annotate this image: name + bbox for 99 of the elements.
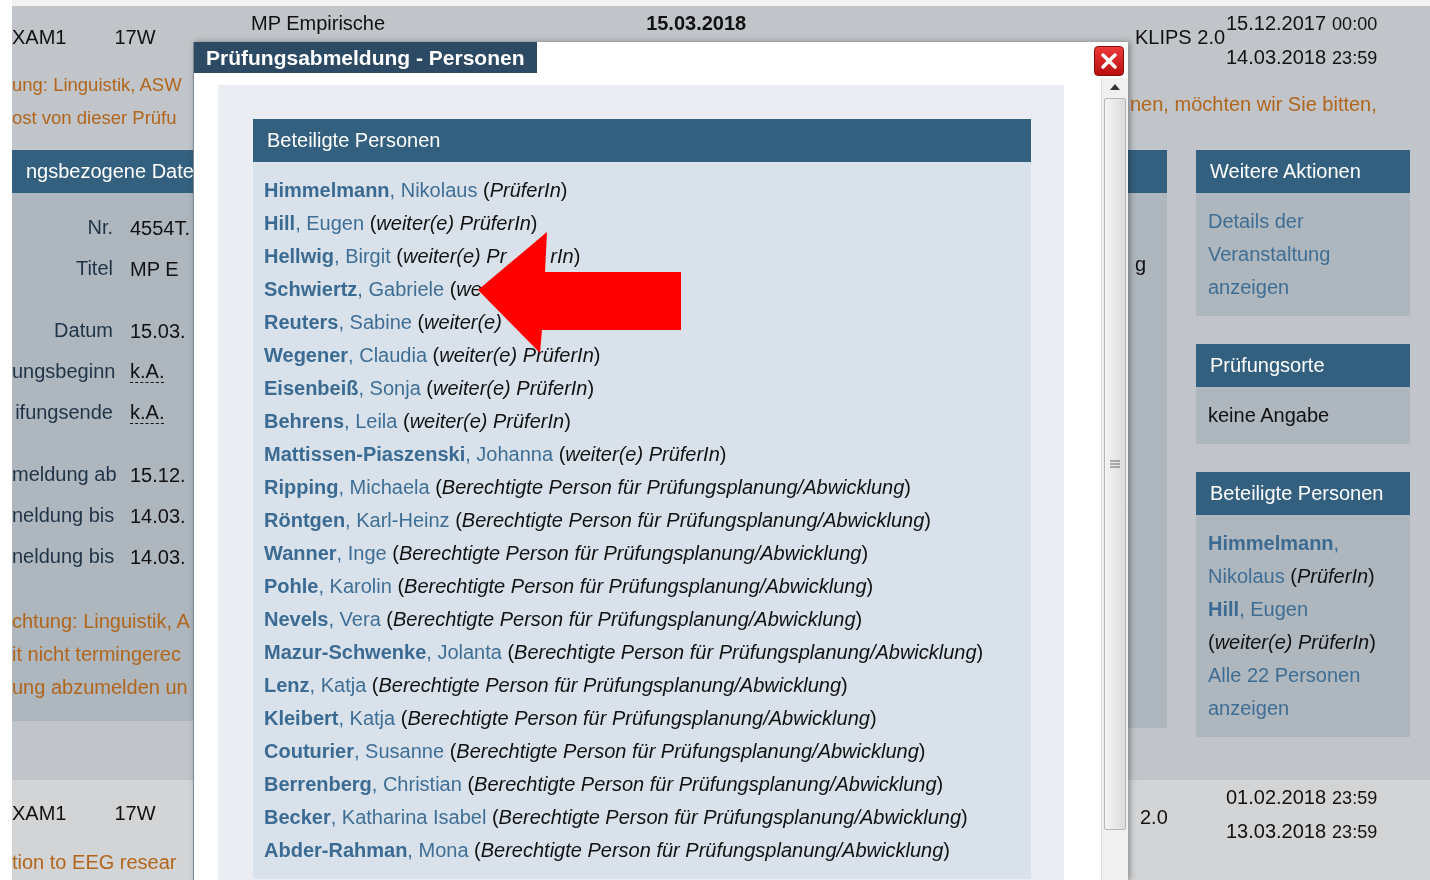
date-text: 15.12.2017 bbox=[1226, 12, 1327, 35]
close-button[interactable] bbox=[1094, 46, 1124, 76]
person-link[interactable]: Reuters, Sabine bbox=[264, 311, 412, 333]
person-link[interactable]: Mazur-Schwenke, Jolanta bbox=[264, 641, 502, 663]
table-cell: 17W bbox=[114, 25, 156, 49]
person-link[interactable]: Wanner, Inge bbox=[264, 542, 387, 564]
grip-icon bbox=[1110, 459, 1120, 469]
date-text: 14.03.2018 bbox=[1226, 46, 1327, 69]
person-link[interactable]: Becker, Katharina Isabel bbox=[264, 806, 487, 828]
person-link[interactable]: Wegener, Claudia bbox=[264, 344, 428, 366]
notice-text: tion to EEG resear bbox=[12, 850, 178, 875]
table-cell: XAM1 bbox=[12, 801, 67, 825]
person-link[interactable]: Couturier, Susanne bbox=[264, 740, 445, 762]
role-text: (Berechtigte Person für Prüfungsplanung/Abwicklung) bbox=[397, 575, 874, 597]
field-value: k.A. bbox=[130, 401, 165, 424]
field-value: 14.03. bbox=[130, 545, 186, 568]
scrollbar-thumb[interactable] bbox=[1104, 98, 1126, 830]
role-text: (Berechtigte Person für Prüfungsplanung/Abwicklung) bbox=[386, 608, 863, 630]
person-link[interactable]: Lenz, Katja bbox=[264, 674, 367, 696]
close-icon bbox=[1100, 52, 1118, 70]
person-link[interactable]: Pohle, Karolin bbox=[264, 575, 392, 597]
role-text: (Berechtigte Person für Prüfungsplanung/Abwicklung) bbox=[371, 674, 848, 696]
person-link[interactable]: Abder-Rahman, Mona bbox=[264, 839, 469, 861]
person-link[interactable]: Kleibert, Katja bbox=[264, 707, 396, 729]
role-text: (Berechtigte Person für Prüfungsplanung/Abwicklung) bbox=[455, 509, 931, 531]
panel-header: ngsbezogene Date bbox=[12, 150, 193, 193]
role-text: (Berechtigte Person für Prüfungsplanung/Abwicklung) bbox=[474, 839, 950, 861]
field-value: 15.12. bbox=[130, 463, 186, 486]
person-link[interactable]: Schwiertz, Gabriele bbox=[264, 278, 445, 300]
notice-text: ung: Linguistik, ASW bbox=[12, 73, 183, 97]
person-link[interactable]: Hill, Eugen bbox=[264, 212, 365, 234]
notice-text: ost von dieser Prüfu bbox=[12, 106, 178, 130]
field-label: ungsbeginn bbox=[12, 360, 113, 383]
role-text: (weiter(e) bbox=[417, 311, 502, 333]
date-text: 13.03.2018 bbox=[1226, 820, 1327, 843]
table-cell: 17W bbox=[114, 801, 156, 825]
role-text: (PrüferIn) bbox=[482, 179, 568, 201]
role-text: rIn) bbox=[550, 245, 581, 267]
role-text: (Berechtigte Person für Prüfungsplanung/Abwicklung) bbox=[467, 773, 944, 795]
person-link[interactable]: Eisenbeiß, Sonja bbox=[264, 377, 421, 399]
role-text: (weiter(e) PrüferIn) bbox=[402, 410, 571, 432]
notice-text: ung abzumelden un bbox=[12, 675, 189, 700]
table-cell: MP Empirische bbox=[251, 11, 386, 35]
person-link[interactable]: Behrens, Leila bbox=[264, 410, 398, 432]
all-persons-link[interactable]: Alle 22 Personen anzeigen bbox=[1208, 659, 1398, 725]
text-fragment: g bbox=[1135, 253, 1147, 275]
table-cell: XAM1 bbox=[12, 25, 67, 49]
person-link[interactable]: Mattissen-Piaszenski, Johanna bbox=[264, 443, 554, 465]
field-value: 4554T. bbox=[130, 216, 191, 239]
box-header: Beteiligte Personen bbox=[253, 119, 1031, 162]
role-text: (Berechtigte Person für Prüfungsplanung/Abwicklung) bbox=[491, 806, 968, 828]
time-text: 23:59 bbox=[1332, 48, 1378, 69]
person-link[interactable]: Himmelmann, Nikolaus bbox=[264, 179, 478, 201]
role-text: (Berechtigte Person für Prüfungsplanung/Abwicklung) bbox=[507, 641, 984, 663]
time-text: 23:59 bbox=[1332, 788, 1378, 809]
role-text: (weiter(e) PrüferIn) bbox=[432, 344, 601, 366]
table-cell-text: KLIPS 2.0 bbox=[1135, 26, 1226, 50]
location-text: keine Angabe bbox=[1208, 404, 1330, 426]
role-text: (weiter(e) PrüferIn) bbox=[558, 443, 727, 465]
person-link[interactable]: Ripping, Michaela bbox=[264, 476, 430, 498]
role-text: (weiter(e) PrüferIn) bbox=[426, 377, 595, 399]
table-cell-text: 2.0 bbox=[1140, 806, 1169, 830]
section-header: Weitere Aktionen bbox=[1196, 150, 1410, 193]
field-value: 15.03. bbox=[130, 319, 186, 342]
field-value: 14.03. bbox=[130, 504, 186, 527]
person-link[interactable]: Röntgen, Karl-Heinz bbox=[264, 509, 450, 531]
panel-header bbox=[1127, 150, 1167, 193]
role-text: (Berechtigte Person für Prüfungsplanung/Abwicklung) bbox=[435, 476, 911, 498]
field-label: Titel bbox=[74, 257, 113, 280]
notice-text: it nicht termingerec bbox=[12, 642, 182, 667]
section-header: Beteiligte Personen bbox=[1196, 472, 1410, 515]
role-text: (we bbox=[449, 278, 482, 300]
scroll-up-icon[interactable] bbox=[1110, 84, 1120, 90]
role-text: (Berechtigte Person für Prüfungsplanung/Abwicklung) bbox=[400, 707, 877, 729]
person-link[interactable]: Hellwig, Birgit bbox=[264, 245, 391, 267]
person-entry: Himmelmann, Nikolaus (PrüferIn) bbox=[1208, 531, 1376, 589]
action-link[interactable]: Details der Veranstaltung anzeigen bbox=[1208, 205, 1398, 304]
field-label: neldung bis bbox=[12, 545, 113, 568]
dialog-title: Prüfungsabmeldung - Personen bbox=[194, 42, 537, 73]
person-link[interactable]: Nevels, Vera bbox=[264, 608, 381, 630]
field-label: Nr. bbox=[86, 216, 113, 239]
field-value: MP E bbox=[130, 257, 179, 280]
role-text: (Berechtigte Person für Prüfungsplanung/Abwicklung) bbox=[392, 542, 869, 564]
field-label: neldung bis bbox=[12, 504, 113, 527]
role-text: (weiter(e) Pr bbox=[396, 245, 507, 267]
role-text: (Berechtigte Person für Prüfungsplanung/Abwicklung) bbox=[449, 740, 926, 762]
date-text: 01.02.2018 bbox=[1226, 786, 1327, 809]
role-text: (weiter(e) PrüferIn) bbox=[369, 212, 538, 234]
person-link[interactable]: Berrenberg, Christian bbox=[264, 773, 462, 795]
person-entry: Hill, Eugen (weiter(e) PrüferIn) bbox=[1208, 597, 1377, 655]
field-label: ifungsende bbox=[14, 401, 113, 424]
section-header: Prüfungsorte bbox=[1196, 344, 1410, 387]
time-text: 23:59 bbox=[1332, 822, 1378, 843]
field-value: k.A. bbox=[130, 360, 165, 383]
field-label: Datum bbox=[53, 319, 113, 342]
table-cell: 15.03.2018 bbox=[646, 11, 747, 35]
notice-text: chtung: Linguistik, A bbox=[12, 609, 191, 634]
notice-text: nen, möchten wir Sie bitten, bbox=[1129, 92, 1378, 117]
time-text: 00:00 bbox=[1332, 14, 1378, 35]
